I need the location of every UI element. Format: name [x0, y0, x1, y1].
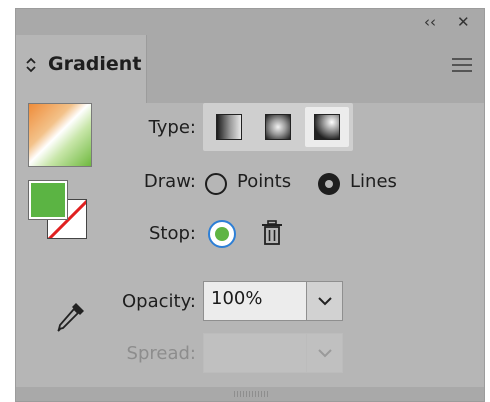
gradient-panel: ‹‹ ✕ ▴ Gradient Type: [15, 8, 485, 402]
linear-gradient-button[interactable] [207, 107, 251, 147]
draw-lines-radio[interactable] [318, 173, 340, 195]
panel-resize-bar[interactable] [16, 387, 484, 401]
spread-input [203, 333, 307, 373]
draw-points-radio[interactable] [205, 173, 227, 195]
hamburger-menu-icon[interactable] [452, 58, 472, 72]
close-icon[interactable]: ✕ [457, 13, 470, 31]
resize-grip-icon[interactable] [234, 391, 268, 397]
double-chevron-left-icon[interactable]: ‹‹ [424, 13, 436, 31]
linear-gradient-icon [216, 114, 242, 140]
chevron-down-icon [318, 349, 332, 358]
chevron-updown-icon-svg [26, 57, 36, 73]
stop-color-picker[interactable] [208, 220, 236, 248]
gradient-preview-swatch[interactable] [28, 103, 92, 167]
opacity-input[interactable]: 100% [203, 281, 307, 321]
radial-gradient-button[interactable] [256, 107, 300, 147]
draw-label: Draw: [143, 171, 196, 192]
stop-color-dot [215, 227, 229, 241]
trash-icon[interactable] [261, 220, 283, 246]
eyedropper-icon[interactable] [54, 299, 88, 335]
draw-lines-label[interactable]: Lines [350, 171, 397, 192]
chevron-down-icon [318, 297, 332, 306]
panel-body: Type: Draw: Points Lines Stop: Opacity: … [16, 103, 484, 401]
spread-label: Spread: [126, 343, 196, 364]
panel-titlebar: ‹‹ ✕ [16, 9, 484, 35]
opacity-combo: 100% [203, 281, 343, 321]
draw-points-label[interactable]: Points [237, 171, 291, 192]
tab-row: ▴ Gradient [16, 35, 484, 103]
tab-label: Gradient [48, 53, 142, 75]
fill-color-swatch[interactable] [29, 181, 67, 219]
opacity-dropdown-button[interactable] [307, 281, 343, 321]
freeform-gradient-button[interactable] [305, 107, 349, 147]
opacity-label: Opacity: [122, 291, 196, 312]
tab-gradient[interactable]: ▴ Gradient [16, 35, 147, 103]
gradient-type-group [203, 103, 353, 151]
freeform-gradient-icon [314, 114, 340, 140]
spread-dropdown-button [307, 333, 343, 373]
type-label: Type: [148, 117, 196, 138]
radial-gradient-icon [265, 114, 291, 140]
spread-combo [203, 333, 343, 373]
stop-label: Stop: [149, 223, 196, 244]
